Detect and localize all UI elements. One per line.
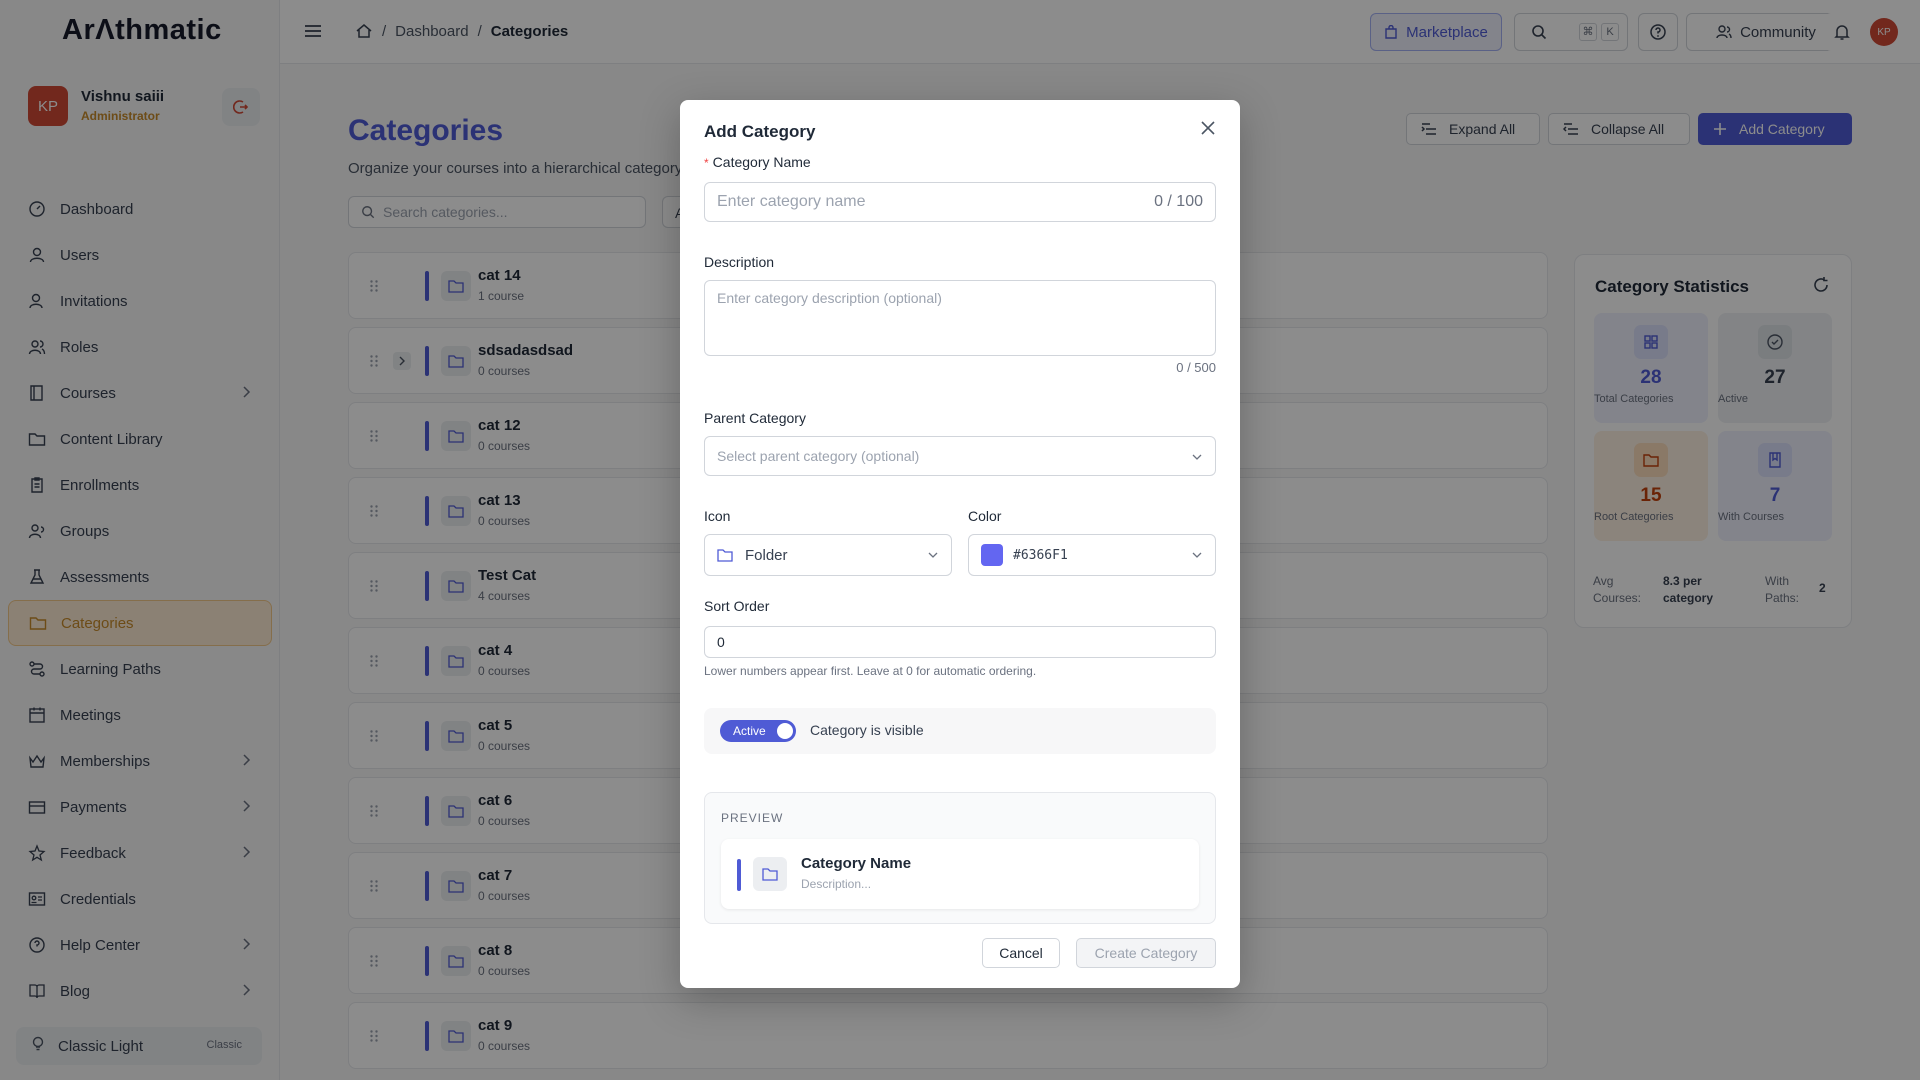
preview-description: Description... — [801, 877, 872, 891]
preview-card: Category Name Description... — [721, 839, 1199, 909]
color-value: #6366F1 — [1013, 547, 1068, 563]
icon-value: Folder — [745, 546, 788, 564]
desc-char-count: 0 / 500 — [1176, 360, 1216, 375]
color-select[interactable]: #6366F1 — [968, 534, 1216, 576]
sort-order-input[interactable]: 0 — [704, 626, 1216, 658]
category-name-placeholder: Enter category name — [717, 193, 866, 210]
description-placeholder: Enter category description (optional) — [717, 290, 942, 306]
sort-order-value: 0 — [717, 634, 725, 650]
color-label: Color — [968, 508, 1002, 524]
active-toggle-label: Active — [733, 724, 766, 738]
name-char-count: 0 / 100 — [1154, 193, 1203, 210]
cancel-button[interactable]: Cancel — [982, 938, 1060, 968]
chevron-down-icon — [1192, 454, 1202, 460]
create-category-button[interactable]: Create Category — [1076, 938, 1216, 968]
category-preview: PREVIEW Category Name Description... — [704, 792, 1216, 924]
visibility-text: Category is visible — [810, 722, 924, 738]
description-label: Description — [704, 254, 775, 270]
parent-category-placeholder: Select parent category (optional) — [717, 448, 920, 464]
active-toggle[interactable]: Active — [720, 720, 796, 742]
parent-category-label: Parent Category — [704, 410, 806, 426]
close-icon — [1201, 121, 1215, 135]
active-toggle-row: Active Category is visible — [704, 708, 1216, 754]
category-name-label: * Category Name — [704, 154, 811, 170]
category-name-input[interactable]: Enter category name 0 / 100 — [704, 182, 1216, 222]
sort-order-hint: Lower numbers appear first. Leave at 0 f… — [704, 664, 1037, 678]
icon-label: Icon — [704, 508, 731, 524]
icon-select[interactable]: Folder — [704, 534, 952, 576]
sort-order-label: Sort Order — [704, 598, 770, 614]
preview-name: Category Name — [801, 855, 912, 872]
chevron-down-icon — [928, 552, 938, 558]
color-swatch — [981, 544, 1003, 566]
toggle-knob — [777, 723, 793, 739]
add-category-modal: Add Category * Category Name Enter catego… — [680, 100, 1240, 988]
chevron-down-icon — [1192, 552, 1202, 558]
folder-icon — [717, 549, 733, 562]
preview-color-bar — [737, 859, 741, 891]
close-button[interactable] — [1200, 120, 1216, 139]
description-textarea[interactable]: Enter category description (optional) — [704, 280, 1216, 356]
modal-title: Add Category — [704, 122, 816, 141]
folder-icon — [753, 857, 787, 891]
preview-label: PREVIEW — [721, 811, 784, 825]
parent-category-select[interactable]: Select parent category (optional) — [704, 436, 1216, 476]
